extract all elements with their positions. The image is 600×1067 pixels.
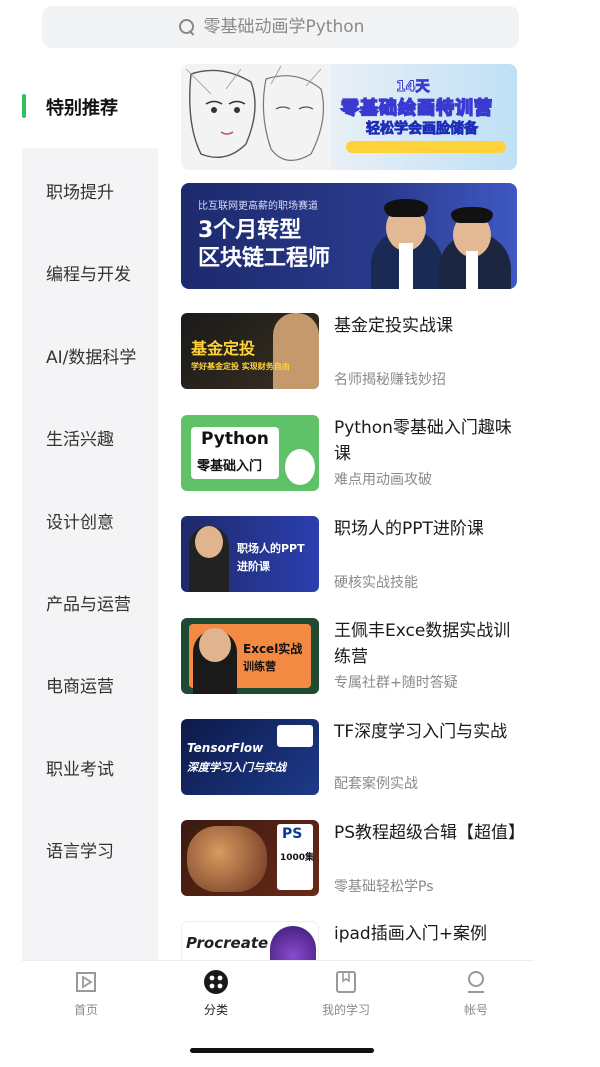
sidebar-item-programming[interactable]: 编程与开发	[46, 260, 131, 285]
banner-title-line2: 区块链工程师	[198, 246, 331, 271]
course-card[interactable]: 职场人的PPT 进阶课 职场人的PPT进阶课 硬核实战技能	[181, 516, 521, 594]
banner-info-bar	[346, 141, 506, 153]
course-thumbnail: Python 零基础入门	[181, 415, 319, 491]
course-card[interactable]: TensorFlow 深度学习入门与实战 TF深度学习入门与实战 配套案例实战	[181, 719, 521, 797]
banner-title-line1: 3个月转型	[198, 218, 302, 243]
course-subtitle: 零基础轻松学Ps	[334, 879, 434, 895]
course-thumbnail: Procreate	[181, 921, 319, 960]
course-title: ipad插画入门+案例	[334, 924, 487, 944]
sidebar-item-ai-data[interactable]: AI/数据科学	[46, 343, 136, 368]
sidebar-item-recommended[interactable]: 特别推荐	[46, 94, 118, 120]
course-card[interactable]: Excel实战 训练营 王佩丰Exce数据实战训练营 专属社群+随时答疑	[181, 618, 521, 696]
banner-drawing-camp[interactable]: 14天 零基础绘画特训营 轻松学会画脸储备	[181, 64, 517, 170]
course-title: PS教程超级合辑【超值】	[334, 823, 526, 843]
nav-category[interactable]: 分类	[166, 969, 266, 1018]
course-subtitle: 专属社群+随时答疑	[334, 675, 458, 691]
search-bar[interactable]	[42, 6, 519, 48]
course-title: 王佩丰Exce数据实战训练营	[334, 621, 511, 667]
course-card[interactable]: 基金定投 学好基金定投 实现财务自由 基金定投实战课 名师揭秘赚钱妙招	[181, 313, 521, 391]
sidebar-item-ecommerce[interactable]: 电商运营	[46, 672, 114, 697]
sketch-illustration	[181, 64, 331, 170]
course-subtitle: 配套案例实战	[334, 776, 418, 792]
sidebar-item-career[interactable]: 职场提升	[46, 178, 114, 203]
banner-days: 14天	[395, 79, 430, 96]
course-thumbnail: 基金定投 学好基金定投 实现财务自由	[181, 313, 319, 389]
sidebar-item-life[interactable]: 生活兴趣	[46, 425, 114, 450]
course-title: TF深度学习入门与实战	[334, 722, 508, 742]
course-subtitle: 难点用动画攻破	[334, 472, 432, 488]
sidebar-item-exam[interactable]: 职业考试	[46, 755, 114, 780]
course-card[interactable]: Procreate ipad插画入门+案例	[181, 921, 521, 960]
home-indicator	[190, 1048, 374, 1053]
home-play-icon	[73, 969, 99, 995]
course-thumbnail: TensorFlow 深度学习入门与实战	[181, 719, 319, 795]
nav-my-learning[interactable]: 我的学习	[296, 969, 396, 1018]
sidebar-item-design[interactable]: 设计创意	[46, 508, 114, 533]
category-grid-icon	[203, 969, 229, 995]
course-subtitle: 名师揭秘赚钱妙招	[334, 372, 446, 388]
bookmark-icon	[333, 969, 359, 995]
course-card[interactable]: Python 零基础入门 Python零基础入门趣味课 难点用动画攻破	[181, 415, 521, 493]
sidebar-item-language[interactable]: 语言学习	[46, 837, 114, 862]
banner-tagline: 比互联网更高薪的职场赛道	[198, 201, 318, 212]
nav-home[interactable]: 首页	[36, 969, 136, 1018]
course-title: 职场人的PPT进阶课	[334, 519, 484, 539]
banner-subtitle: 轻松学会画脸储备	[366, 121, 479, 138]
search-input[interactable]	[203, 17, 384, 37]
search-icon	[178, 18, 196, 36]
active-indicator	[22, 94, 26, 118]
banner-title: 零基础绘画特训营	[340, 97, 493, 120]
course-card[interactable]: PS 1000集 PS教程超级合辑【超值】 零基础轻松学Ps	[181, 820, 526, 898]
account-icon	[463, 969, 489, 995]
course-thumbnail: Excel实战 训练营	[181, 618, 319, 694]
bottom-nav: 首页 分类 我的学习 帐号	[22, 960, 534, 1030]
course-subtitle: 硬核实战技能	[334, 575, 418, 591]
course-thumbnail: PS 1000集	[181, 820, 319, 896]
nav-account[interactable]: 帐号	[426, 969, 526, 1018]
course-thumbnail: 职场人的PPT 进阶课	[181, 516, 319, 592]
course-title: Python零基础入门趣味课	[334, 418, 512, 464]
sidebar-item-product[interactable]: 产品与运营	[46, 590, 131, 615]
course-title: 基金定投实战课	[334, 316, 453, 336]
banner-blockchain[interactable]: 比互联网更高薪的职场赛道 3个月转型 区块链工程师	[181, 183, 517, 289]
